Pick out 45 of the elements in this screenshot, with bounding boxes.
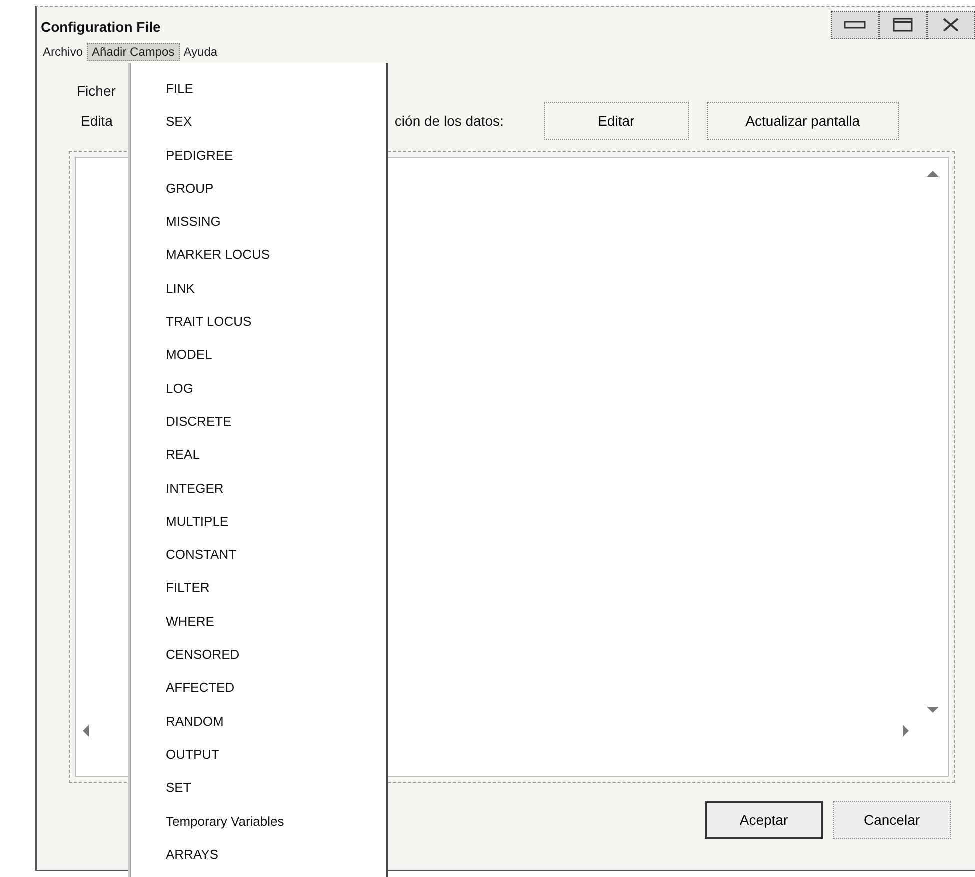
maximize-button[interactable] — [879, 11, 927, 39]
dropdown-item[interactable]: MARKER LOCUS — [131, 241, 386, 275]
minimize-button[interactable] — [831, 11, 879, 39]
dropdown-item[interactable]: SEX — [131, 108, 386, 142]
scroll-left-icon[interactable] — [82, 724, 90, 738]
dialog-button[interactable]: Cancelar — [833, 801, 951, 839]
dropdown-item[interactable]: OUTPUT — [131, 740, 386, 774]
data-label: ción de los datos: — [394, 113, 504, 129]
dropdown-item[interactable]: MODEL — [131, 341, 386, 375]
dropdown-item[interactable]: CENSORED — [131, 641, 386, 674]
dropdown-item[interactable]: WHERE — [131, 608, 386, 642]
dropdown-item[interactable]: Temporary Variables — [131, 808, 386, 841]
dropdown-item[interactable]: INTEGER — [131, 474, 386, 508]
edit-label: Edita — [81, 113, 113, 129]
dropdown-item[interactable]: LINK — [131, 274, 386, 308]
dropdown-item[interactable]: DISCRETE — [131, 408, 386, 442]
scroll-down-icon[interactable] — [926, 706, 940, 714]
toolbar-button[interactable]: Editar — [544, 102, 689, 140]
dropdown-item[interactable]: SET — [131, 774, 386, 808]
toolbar-button[interactable]: Actualizar pantalla — [706, 102, 899, 140]
dropdown-item[interactable]: FILE — [131, 75, 386, 108]
dropdown-item[interactable]: GROUP — [131, 174, 386, 208]
menu-item[interactable]: Archivo — [39, 44, 88, 60]
minimize-icon — [844, 20, 866, 30]
dropdown-item[interactable]: FILTER — [131, 574, 386, 608]
dropdown-item[interactable]: REAL — [131, 441, 386, 475]
dropdown-item[interactable]: MULTIPLE — [131, 508, 386, 542]
menu-item[interactable]: Añadir Campos — [87, 43, 180, 61]
menu-item[interactable]: Ayuda — [180, 44, 222, 60]
window-title: Configuration File — [40, 18, 161, 35]
dropdown-item[interactable]: PEDIGREE — [131, 142, 386, 175]
dropdown-item[interactable]: TRAIT LOCUS — [131, 308, 386, 342]
dropdown-item[interactable]: AFFECTED — [131, 674, 386, 708]
dialog-button[interactable]: Aceptar — [705, 801, 823, 839]
dropdown-item[interactable]: CONSTANT — [131, 541, 386, 574]
dropdown-item[interactable]: LOG — [131, 374, 386, 408]
scroll-right-icon[interactable] — [902, 724, 910, 738]
dropdown-item[interactable]: ARRAYS — [131, 840, 386, 874]
scroll-up-icon[interactable] — [926, 170, 940, 178]
dropdown-item[interactable]: MISSING — [131, 208, 386, 242]
maximize-icon — [893, 18, 913, 32]
file-label: Ficher — [77, 83, 116, 99]
close-button[interactable] — [927, 11, 975, 39]
dropdown-item[interactable]: RANDOM — [131, 708, 386, 741]
close-icon — [942, 18, 960, 32]
